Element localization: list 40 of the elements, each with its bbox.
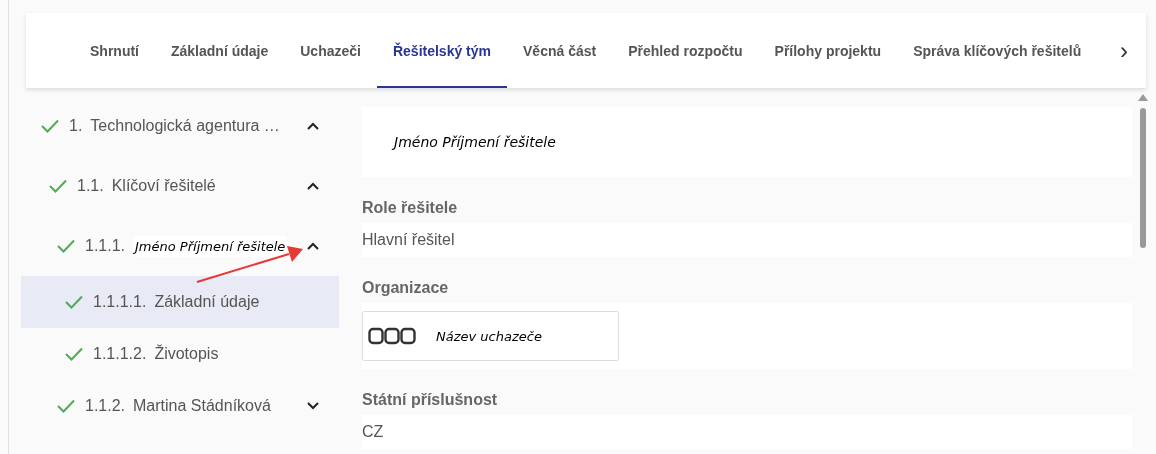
item-number: 1.1.1. — [85, 237, 126, 255]
item-label: Martina Stádníková — [133, 397, 271, 415]
logo-icon — [368, 327, 416, 345]
researcher-name: Jméno Příjmení řešitele — [392, 131, 558, 153]
tab[interactable]: Řešitelský tým — [376, 15, 507, 88]
item-number: 1.1.1.1. — [93, 293, 147, 311]
field-value: CZ — [362, 415, 1132, 449]
item-number: 1. — [69, 117, 83, 135]
tab[interactable]: Uchazeči — [284, 15, 377, 88]
chevron-up-icon[interactable] — [307, 182, 319, 190]
chevron-down-icon[interactable] — [307, 402, 319, 410]
field-label: Státní příslušnost — [362, 391, 499, 409]
next-tab-button[interactable]: › — [1116, 36, 1132, 65]
field-label: Role řešitele — [362, 199, 459, 217]
tab[interactable]: Shrnutí — [74, 15, 155, 88]
chevron-up-icon[interactable] — [307, 122, 319, 130]
tree-item[interactable]: 1.1.1. Jméno Příjmení řešitele — [21, 216, 339, 276]
item-number: 1.1. — [77, 177, 104, 195]
scrollbar-thumb[interactable] — [1140, 108, 1146, 248]
tab[interactable]: Přehled rozpočtu — [612, 15, 759, 88]
tree-item[interactable]: 1.1.1.1. Základní údaje — [21, 276, 339, 328]
tab[interactable]: Přílohy projektu — [758, 15, 898, 88]
tree-item[interactable]: 1.1.1.2. Životopis — [21, 328, 339, 380]
item-label: Technologická agentura … — [90, 117, 280, 135]
tree-item[interactable]: 1.1.2. Martina Stádníková — [21, 380, 339, 432]
scroll-up-icon[interactable] — [1138, 94, 1148, 101]
field-label: Organizace — [362, 279, 450, 297]
item-label: Klíčoví řešitelé — [111, 177, 216, 195]
chevron-up-icon[interactable] — [307, 242, 319, 250]
item-label: Základní údaje — [154, 293, 260, 311]
item-number: 1.1.2. — [85, 397, 126, 415]
tab[interactable]: Správa klíčových řešitelů — [897, 15, 1098, 88]
tree-item[interactable]: 1. Technologická agentura … — [21, 96, 339, 156]
tab[interactable]: Věcná část — [507, 15, 613, 88]
field-value: Hlavní řešitel — [362, 223, 1132, 257]
tree-item[interactable]: 1.1. Klíčoví řešitelé — [21, 156, 339, 216]
item-label: Životopis — [154, 345, 219, 363]
item-label: Jméno Příjmení řešitele — [133, 235, 288, 257]
tab[interactable]: Základní údaje — [155, 15, 285, 88]
item-number: 1.1.1.2. — [93, 345, 147, 363]
